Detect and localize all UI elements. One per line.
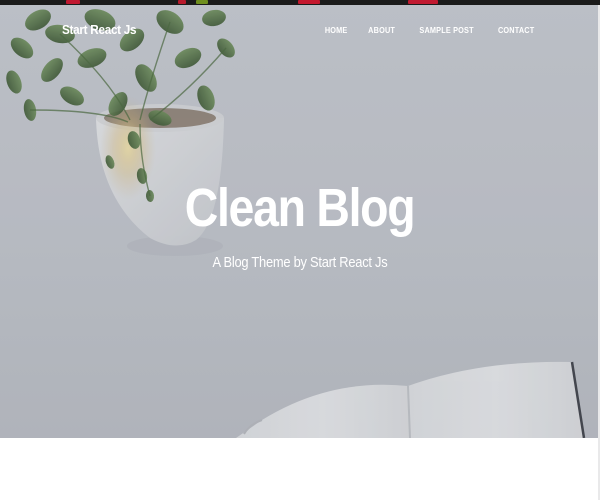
nav-link-sample-post[interactable]: SAMPLE POST <box>419 25 473 35</box>
brand-link[interactable]: Start React Js <box>62 22 137 37</box>
nav-link-contact[interactable]: CONTACT <box>498 25 534 35</box>
site-title: Clean Blog <box>185 178 416 238</box>
nav-link-home[interactable]: HOME <box>325 25 348 35</box>
main-content <box>0 438 600 500</box>
nav-menu: HOME ABOUT SAMPLE POST CONTACT <box>323 25 537 35</box>
page: Start React Js HOME ABOUT SAMPLE POST CO… <box>0 0 600 500</box>
open-notebook <box>236 361 586 438</box>
site-subtitle: A Blog Theme by Start React Js <box>212 254 388 271</box>
nav-link-about[interactable]: ABOUT <box>368 25 395 35</box>
main-navbar: Start React Js HOME ABOUT SAMPLE POST CO… <box>0 0 600 62</box>
site-heading: Clean Blog A Blog Theme by Start React J… <box>0 176 600 271</box>
